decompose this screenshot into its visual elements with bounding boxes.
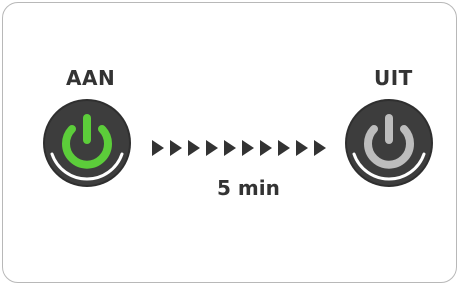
chevron-right-icons: [152, 140, 326, 156]
power-off-button[interactable]: [342, 96, 436, 190]
on-label: AAN: [66, 66, 116, 90]
duration-label: 5 min: [217, 176, 280, 200]
off-label: UIT: [374, 66, 413, 90]
power-icon: [43, 99, 131, 187]
power-icon: [345, 99, 433, 187]
arrow-sequence: [152, 138, 338, 158]
power-on-button[interactable]: [40, 96, 134, 190]
